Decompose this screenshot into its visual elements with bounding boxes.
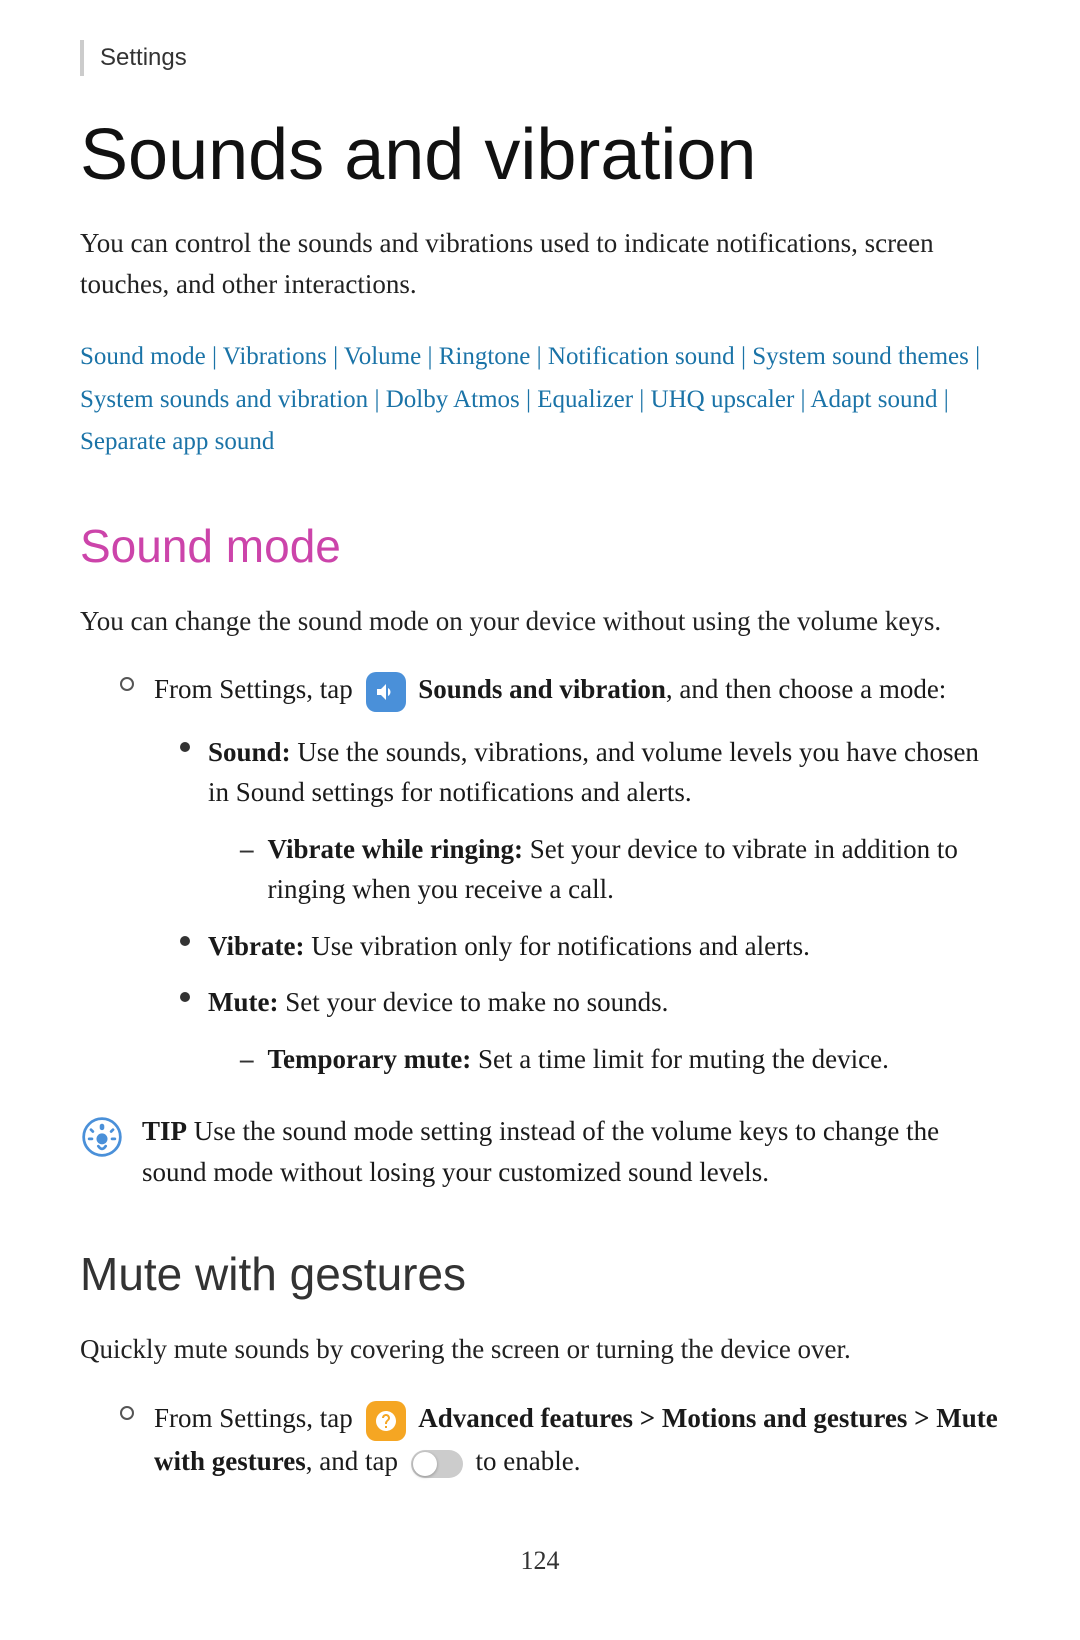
nav-links: Sound mode | Vibrations | Volume | Ringt… <box>80 336 1000 464</box>
nav-link-volume[interactable]: Volume <box>344 343 421 370</box>
vibrate-while-ringing-text: Vibrate while ringing: Set your device t… <box>268 829 1001 910</box>
nav-link-uhq[interactable]: UHQ upscaler <box>651 386 795 413</box>
intro-text: You can control the sounds and vibration… <box>80 223 1000 304</box>
dot-bullet <box>180 742 190 752</box>
page-number: 124 <box>80 1541 1000 1580</box>
mute-gestures-title: Mute with gestures <box>80 1240 1000 1309</box>
step-text: From Settings, tap Sounds and vibration,… <box>154 669 946 712</box>
nav-link-equalizer[interactable]: Equalizer <box>537 386 633 413</box>
vibrate-text: Vibrate: Use vibration only for notifica… <box>208 926 810 967</box>
nav-link-system-sounds[interactable]: System sounds and vibration <box>80 386 368 413</box>
nav-link-ringtone[interactable]: Ringtone <box>439 343 531 370</box>
advanced-features-icon <box>366 1401 406 1441</box>
nav-link-separate-app[interactable]: Separate app sound <box>80 428 274 455</box>
tip-box: TIP Use the sound mode setting instead o… <box>80 1111 1000 1192</box>
toggle-switch[interactable] <box>411 1450 463 1478</box>
tip-text: TIP Use the sound mode setting instead o… <box>142 1111 1000 1192</box>
temporary-mute-bullet: – Temporary mute: Set a time limit for m… <box>240 1039 1000 1080</box>
sounds-vibration-icon <box>366 672 406 712</box>
mute-text: Mute: Set your device to make no sounds. <box>208 982 668 1023</box>
nav-link-notification-sound[interactable]: Notification sound <box>548 343 735 370</box>
mute-gestures-step-text: From Settings, tap Advanced features > M… <box>154 1398 1000 1481</box>
nav-link-adapt-sound[interactable]: Adapt sound <box>810 386 937 413</box>
tip-icon <box>80 1115 124 1159</box>
dash-bullet: – <box>240 829 254 870</box>
mute-gestures-desc: Quickly mute sounds by covering the scre… <box>80 1329 1000 1370</box>
temporary-mute-text: Temporary mute: Set a time limit for mut… <box>268 1039 889 1080</box>
page-title: Sounds and vibration <box>80 116 1000 195</box>
vibrate-bullet: Vibrate: Use vibration only for notifica… <box>180 926 1000 967</box>
dot-bullet-2 <box>180 936 190 946</box>
mute-gestures-step: From Settings, tap Advanced features > M… <box>120 1398 1000 1481</box>
nav-link-vibrations[interactable]: Vibrations <box>223 343 327 370</box>
mute-bullet: Mute: Set your device to make no sounds. <box>180 982 1000 1023</box>
sound-text: Sound: Use the sounds, vibrations, and v… <box>208 732 1000 813</box>
sound-bullet: Sound: Use the sounds, vibrations, and v… <box>180 732 1000 813</box>
sound-mode-title: Sound mode <box>80 512 1000 581</box>
sound-mode-desc: You can change the sound mode on your de… <box>80 601 1000 642</box>
vibrate-while-ringing-bullet: – Vibrate while ringing: Set your device… <box>240 829 1000 910</box>
dot-bullet-3 <box>180 992 190 1002</box>
nav-link-sound-mode[interactable]: Sound mode <box>80 343 206 370</box>
circle-bullet <box>120 677 134 691</box>
step-item: From Settings, tap Sounds and vibration,… <box>120 669 1000 712</box>
nav-link-dolby[interactable]: Dolby Atmos <box>386 386 520 413</box>
nav-link-system-sound-themes[interactable]: System sound themes <box>752 343 969 370</box>
circle-bullet-2 <box>120 1406 134 1420</box>
dash-bullet-2: – <box>240 1039 254 1080</box>
breadcrumb: Settings <box>80 40 1000 76</box>
